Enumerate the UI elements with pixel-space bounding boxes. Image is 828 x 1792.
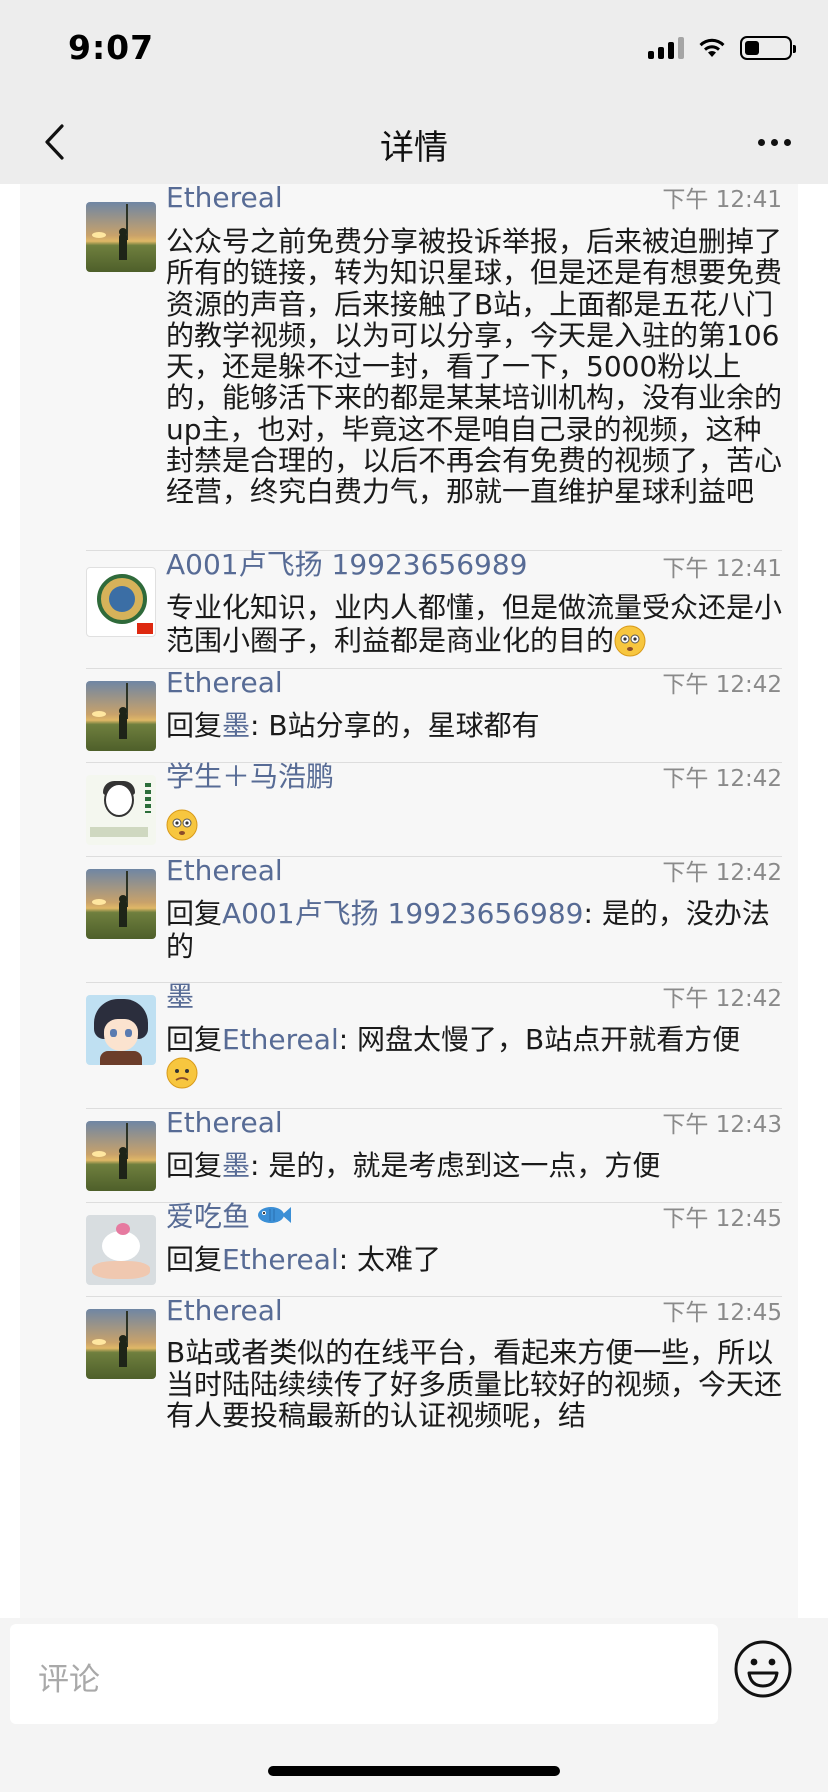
comment-time: 下午 12:42 [662, 766, 782, 792]
comment-author[interactable]: Ethereal [166, 184, 283, 220]
home-indicator [268, 1766, 560, 1776]
comment-item[interactable]: 墨 下午 12:42 回复Ethereal: 网盘太慢了，B站点开就看方便 [20, 980, 798, 1109]
comment-item[interactable]: Ethereal 下午 12:45 B站或者类似的在线平台，看起来方便一些，所以… [20, 1294, 798, 1618]
comment-item[interactable]: 学生＋马浩鹏 下午 12:42 [20, 760, 798, 857]
avatar[interactable] [86, 202, 156, 272]
cellular-signal-icon [648, 37, 684, 59]
comment-author[interactable]: 墨 [166, 975, 194, 1019]
reply-target-link[interactable]: 墨 [222, 1149, 250, 1182]
comment-author[interactable]: 学生＋马浩鹏 [166, 755, 334, 799]
status-icons [648, 36, 796, 60]
comment-list[interactable]: Ethereal 下午 12:41 公众号之前免费分享被投诉举报，后来被迫删掉了… [20, 184, 798, 1618]
avatar[interactable] [86, 869, 156, 939]
comment-text [166, 807, 784, 843]
fish-icon [258, 1207, 292, 1223]
comment-text: 回复A001卢飞扬 19923656989: 是的，没办法的 [166, 897, 770, 963]
comment-input[interactable]: 评论 [10, 1624, 718, 1724]
comment-text: 公众号之前免费分享被投诉举报，后来被迫删掉了所有的链接，转为知识星球，但是还是有… [166, 225, 783, 509]
avatar[interactable] [86, 1121, 156, 1191]
comment-author[interactable]: Ethereal [166, 849, 283, 893]
avatar[interactable] [86, 567, 156, 637]
comment-time: 下午 12:41 [662, 187, 782, 213]
comment-author[interactable]: 爱吃鱼 [166, 1195, 292, 1239]
comment-time: 下午 12:43 [662, 1112, 782, 1138]
comment-author[interactable]: A001卢飞扬 19923656989 [166, 543, 527, 587]
comment-text: B站或者类似的在线平台，看起来方便一些，所以当时陆陆续续传了好多质量比较好的视频… [166, 1336, 783, 1432]
comment-author[interactable]: Ethereal [166, 661, 283, 705]
comment-author[interactable]: Ethereal [166, 1101, 283, 1145]
comment-time: 下午 12:42 [662, 860, 782, 886]
comment-time: 下午 12:45 [662, 1206, 782, 1232]
comment-author[interactable]: Ethereal [166, 1289, 283, 1333]
flushed-face-icon [166, 809, 198, 841]
worried-face-icon [166, 1057, 198, 1089]
comment-item[interactable]: Ethereal 下午 12:41 公众号之前免费分享被投诉举报，后来被迫删掉了… [20, 184, 798, 551]
more-button[interactable] [746, 114, 802, 170]
reply-target-link[interactable]: A001卢飞扬 19923656989 [222, 897, 583, 930]
avatar[interactable] [86, 775, 156, 845]
comment-time: 下午 12:41 [662, 556, 782, 582]
reply-target-link[interactable]: Ethereal [222, 1023, 339, 1056]
comment-time: 下午 12:45 [662, 1300, 782, 1326]
page-title: 详情 [380, 128, 448, 168]
comment-item[interactable]: A001卢飞扬 19923656989 下午 12:41 专业化知识，业内人都懂… [20, 548, 798, 669]
comment-time: 下午 12:42 [662, 986, 782, 1012]
comment-text: 回复Ethereal: 网盘太慢了，B站点开就看方便 [166, 1023, 784, 1089]
flushed-face-icon [614, 625, 646, 657]
comment-item[interactable]: 爱吃鱼 下午 12:45 回复Ethereal: 太难了 [20, 1200, 798, 1297]
comment-time: 下午 12:42 [662, 672, 782, 698]
reply-target-link[interactable]: Ethereal [222, 1243, 339, 1276]
nav-bar: 详情 [0, 100, 828, 184]
comment-item[interactable]: Ethereal 下午 12:43 回复墨: 是的，就是考虑到这一点，方便 [20, 1106, 798, 1203]
comment-item[interactable]: Ethereal 下午 12:42 回复墨: B站分享的，星球都有 [20, 666, 798, 763]
comment-text: 回复墨: 是的，就是考虑到这一点，方便 [166, 1149, 661, 1182]
avatar[interactable] [86, 1215, 156, 1285]
more-dots-icon [757, 138, 765, 146]
comment-text: 回复Ethereal: 太难了 [166, 1243, 442, 1276]
wifi-icon [699, 38, 725, 57]
status-time: 9:07 [68, 28, 155, 67]
comment-text: 回复墨: B站分享的，星球都有 [166, 709, 540, 742]
battery-icon [740, 36, 796, 60]
comment-item[interactable]: Ethereal 下午 12:42 回复A001卢飞扬 19923656989:… [20, 854, 798, 983]
status-bar: 9:07 [0, 0, 828, 100]
comment-text: 专业化知识，业内人都懂，但是做流量受众还是小范围小圈子，利益都是商业化的目的 [166, 591, 783, 657]
avatar[interactable] [86, 681, 156, 751]
reply-target-link[interactable]: 墨 [222, 709, 250, 742]
avatar[interactable] [86, 1309, 156, 1379]
avatar[interactable] [86, 995, 156, 1065]
emoji-button-icon[interactable] [732, 1638, 794, 1700]
